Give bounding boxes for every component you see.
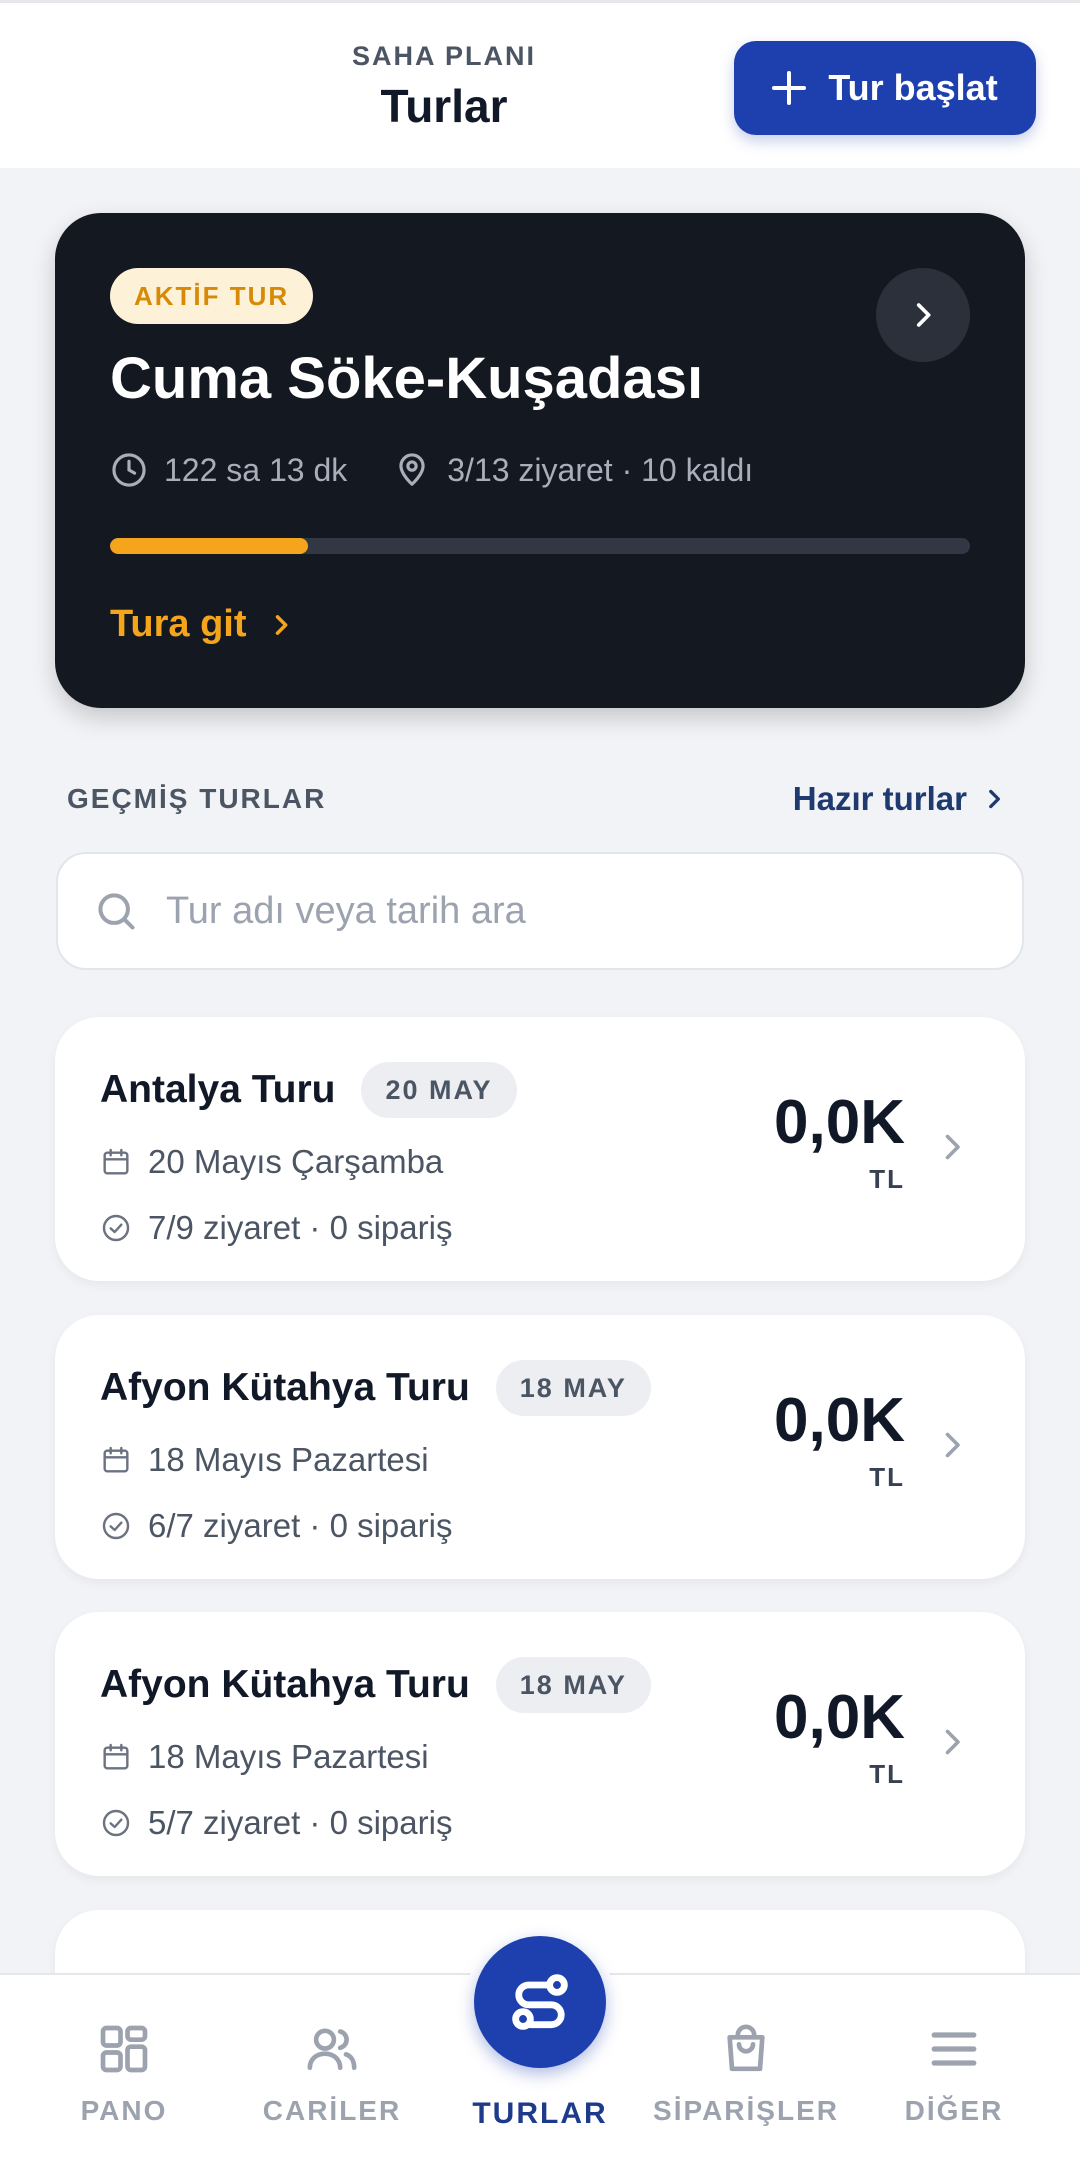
tour-date-badge: 20 MAY xyxy=(361,1062,517,1118)
tour-amount-value: 0,0K xyxy=(774,1683,905,1752)
tour-amount-value: 0,0K xyxy=(774,1386,905,1455)
plus-icon xyxy=(772,71,807,105)
search-icon xyxy=(98,893,135,930)
visits-text: 3/13 ziyaret · 10 kaldı xyxy=(447,451,754,488)
tour-stats: 5/7 ziyaret · 0 sipariş xyxy=(148,1804,453,1841)
page-title: Turlar xyxy=(380,80,508,132)
tour-card[interactable]: Afyon Kütahya Turu 18 MAY 18 Mayıs Pazar… xyxy=(55,1612,1025,1876)
chevron-right-icon xyxy=(945,1432,960,1458)
search-input[interactable] xyxy=(166,889,966,933)
tour-date-badge: 18 MAY xyxy=(495,1657,651,1713)
tour-date: 18 Mayıs Pazartesi xyxy=(148,1738,429,1775)
tour-name-row: Afyon Kütahya Turu 18 MAY xyxy=(100,1657,651,1713)
tour-amount-currency: TL xyxy=(869,1759,905,1789)
active-tour-progress xyxy=(110,538,970,554)
tour-stats-line: 6/7 ziyaret · 0 sipariş xyxy=(100,1507,452,1545)
nav-label: CARİLER xyxy=(262,2095,402,2126)
past-tours-label: GEÇMİŞ TURLAR xyxy=(67,783,327,814)
nav-active-disk xyxy=(474,1936,606,2068)
clock-icon xyxy=(112,453,146,487)
map-pin-icon xyxy=(399,453,425,486)
shopping-bag-icon xyxy=(727,2024,765,2072)
chevron-right-icon xyxy=(945,1134,960,1160)
active-tour-badge: AKTİF TUR xyxy=(110,268,314,324)
chevron-right-icon xyxy=(916,303,931,327)
ready-tours-label: Hazır turlar xyxy=(792,780,967,817)
users-icon xyxy=(307,2028,357,2070)
tour-date-badge: 18 MAY xyxy=(495,1360,651,1416)
tour-stats: 7/9 ziyaret · 0 sipariş xyxy=(148,1209,453,1246)
check-circle-icon xyxy=(102,1512,130,1540)
nav-item-diger[interactable]: DİĞER xyxy=(864,2021,1044,2127)
nav-label-active: TURLAR xyxy=(472,2097,608,2130)
active-tour-meta: 122 sa 13 dk 3/13 ziyaret · 10 kaldı xyxy=(110,451,799,489)
tour-date-line: 18 Mayıs Pazartesi xyxy=(100,1738,429,1776)
active-tour-title: Cuma Söke-Kuşadası xyxy=(110,346,704,411)
nav-item-turlar[interactable] xyxy=(465,1927,615,2077)
goto-tour-link[interactable]: Tura git xyxy=(110,603,295,646)
tour-name: Afyon Kütahya Turu xyxy=(100,1366,470,1409)
start-tour-button[interactable]: Tur başlat xyxy=(734,41,1036,135)
tour-stats: 6/7 ziyaret · 0 sipariş xyxy=(148,1507,453,1544)
search-box[interactable] xyxy=(56,852,1024,970)
chevron-right-icon xyxy=(989,789,1000,809)
calendar-icon xyxy=(103,1743,129,1770)
goto-tour-label: Tura git xyxy=(110,603,247,645)
tour-amount: 0,0K TL xyxy=(774,1092,905,1195)
tour-stats-line: 7/9 ziyaret · 0 sipariş xyxy=(100,1209,452,1247)
nav-label: SİPARİŞLER xyxy=(653,2095,839,2126)
tour-amount-currency: TL xyxy=(869,1462,905,1492)
app-header: SAHA PLANI Turlar Tur başlat xyxy=(0,0,1080,168)
tour-amount-currency: TL xyxy=(869,1164,905,1194)
active-tour-open-button[interactable] xyxy=(876,268,970,362)
start-tour-label: Tur başlat xyxy=(828,67,998,108)
tour-name: Antalya Turu xyxy=(100,1068,336,1111)
nav-item-cariler[interactable]: CARİLER xyxy=(242,2021,422,2127)
chevron-right-icon xyxy=(945,1729,960,1755)
calendar-icon xyxy=(103,1446,129,1473)
tour-card[interactable]: Antalya Turu 20 MAY 20 Mayıs Çarşamba 7/… xyxy=(55,1017,1025,1281)
tour-amount-value: 0,0K xyxy=(774,1088,905,1157)
menu-icon xyxy=(931,2032,977,2066)
tour-date-line: 20 Mayıs Çarşamba xyxy=(100,1143,443,1181)
ready-tours-link[interactable]: Hazır turlar xyxy=(793,780,1007,818)
active-tour-visits: 3/13 ziyaret · 10 kaldı xyxy=(393,451,753,489)
tour-date: 20 Mayıs Çarşamba xyxy=(148,1143,444,1180)
chevron-right-icon xyxy=(275,614,287,635)
nav-item-siparisler[interactable]: SİPARİŞLER xyxy=(653,2021,839,2127)
check-circle-icon xyxy=(102,1809,130,1837)
tour-amount: 0,0K TL xyxy=(774,1687,905,1790)
bottom-navigation: PANO CARİLER TURLAR SİPARİŞLER DİĞER xyxy=(0,1927,1080,2183)
tour-date: 18 Mayıs Pazartesi xyxy=(148,1441,429,1478)
route-icon xyxy=(512,1974,568,2030)
tour-name: Afyon Kütahya Turu xyxy=(100,1663,470,1706)
check-circle-icon xyxy=(102,1214,130,1242)
tour-name-row: Afyon Kütahya Turu 18 MAY xyxy=(100,1360,651,1416)
active-tour-card[interactable]: AKTİF TUR Cuma Söke-Kuşadası 122 sa 13 d… xyxy=(55,213,1025,708)
progress-fill xyxy=(110,538,308,554)
duration-text: 122 sa 13 dk xyxy=(164,451,348,488)
active-tour-duration: 122 sa 13 dk xyxy=(110,451,347,489)
nav-item-pano[interactable]: PANO xyxy=(34,2021,214,2127)
past-tours-header: GEÇMİŞ TURLAR Hazır turlar xyxy=(67,780,1007,818)
tour-amount: 0,0K TL xyxy=(774,1390,905,1493)
tour-name-row: Antalya Turu 20 MAY xyxy=(100,1062,517,1118)
tour-date-line: 18 Mayıs Pazartesi xyxy=(100,1441,429,1479)
tour-card[interactable]: Afyon Kütahya Turu 18 MAY 18 Mayıs Pazar… xyxy=(55,1315,1025,1579)
nav-label: DİĞER xyxy=(904,2095,1004,2126)
calendar-icon xyxy=(103,1148,129,1175)
tour-stats-line: 5/7 ziyaret · 0 sipariş xyxy=(100,1804,452,1842)
dashboard-icon xyxy=(100,2025,148,2073)
nav-label: PANO xyxy=(80,2095,168,2126)
header-eyebrow: SAHA PLANI xyxy=(351,41,536,71)
